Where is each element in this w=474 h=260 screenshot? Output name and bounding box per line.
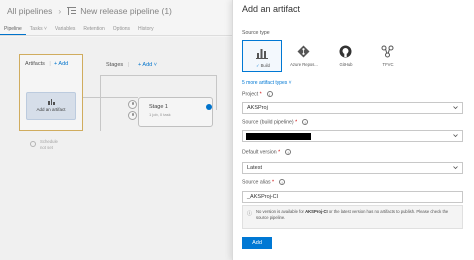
default-version-value: Latest: [247, 165, 262, 171]
source-type-tfvc[interactable]: TFVC: [368, 40, 408, 72]
source-alias-input[interactable]: _AKSProj-CI: [242, 191, 463, 203]
source-type-build-label: ✓Build: [256, 63, 270, 68]
source-type-github[interactable]: GitHub: [326, 40, 366, 72]
redacted-value: [246, 133, 311, 140]
source-type-selector: ✓Build Azure Repos... GitHub TFVC: [242, 40, 462, 72]
chevron-down-icon: [453, 134, 458, 138]
checkmark-icon: ✓: [256, 63, 260, 68]
build-icon: [256, 49, 268, 59]
required-mark: *: [278, 149, 281, 156]
info-icon[interactable]: i: [302, 119, 309, 125]
source-pipeline-label: Source (build pipeline) * i: [242, 119, 309, 126]
source-alias-label: Source alias * i: [242, 179, 286, 186]
source-alias-value: _AKSProj-CI: [247, 194, 279, 200]
required-mark: *: [259, 91, 262, 98]
modal-overlay[interactable]: [0, 0, 232, 260]
required-mark: *: [295, 119, 298, 126]
panel-title: Add an artifact: [242, 4, 301, 14]
warning-text: No version is available for AKSProj-CI o…: [256, 209, 449, 220]
source-type-github-label: GitHub: [339, 62, 353, 67]
info-icon[interactable]: i: [266, 91, 273, 97]
project-label: Project * i: [242, 91, 273, 97]
required-mark: *: [272, 179, 275, 186]
more-artifact-types-link[interactable]: 5 more artifact types ˅: [242, 80, 292, 86]
default-version-dropdown[interactable]: Latest: [242, 162, 463, 174]
source-type-tfvc-label: TFVC: [382, 62, 394, 67]
project-value: AKSProj: [247, 105, 268, 111]
add-button[interactable]: Add: [242, 237, 272, 249]
source-type-label: Source type: [242, 30, 270, 36]
source-type-azure-repos[interactable]: Azure Repos...: [284, 40, 324, 72]
azure-repos-icon: [297, 45, 310, 58]
warning-message: ⓘ No version is available for AKSProj-CI…: [242, 205, 463, 229]
project-dropdown[interactable]: AKSProj: [242, 102, 463, 114]
github-icon: [339, 45, 352, 58]
info-circle-icon: ⓘ: [247, 211, 253, 217]
source-type-azure-repos-label: Azure Repos...: [290, 62, 318, 67]
info-icon[interactable]: i: [279, 179, 286, 185]
add-artifact-panel: Add an artifact Source type ✓Build Azure…: [232, 0, 474, 260]
source-pipeline-dropdown[interactable]: [242, 130, 463, 142]
chevron-down-icon: [453, 106, 458, 110]
info-icon[interactable]: i: [285, 149, 292, 155]
source-type-build[interactable]: ✓Build: [242, 40, 282, 72]
default-version-label: Default version * i: [242, 149, 292, 156]
tfvc-icon: [381, 45, 394, 58]
chevron-down-icon: [453, 166, 458, 170]
